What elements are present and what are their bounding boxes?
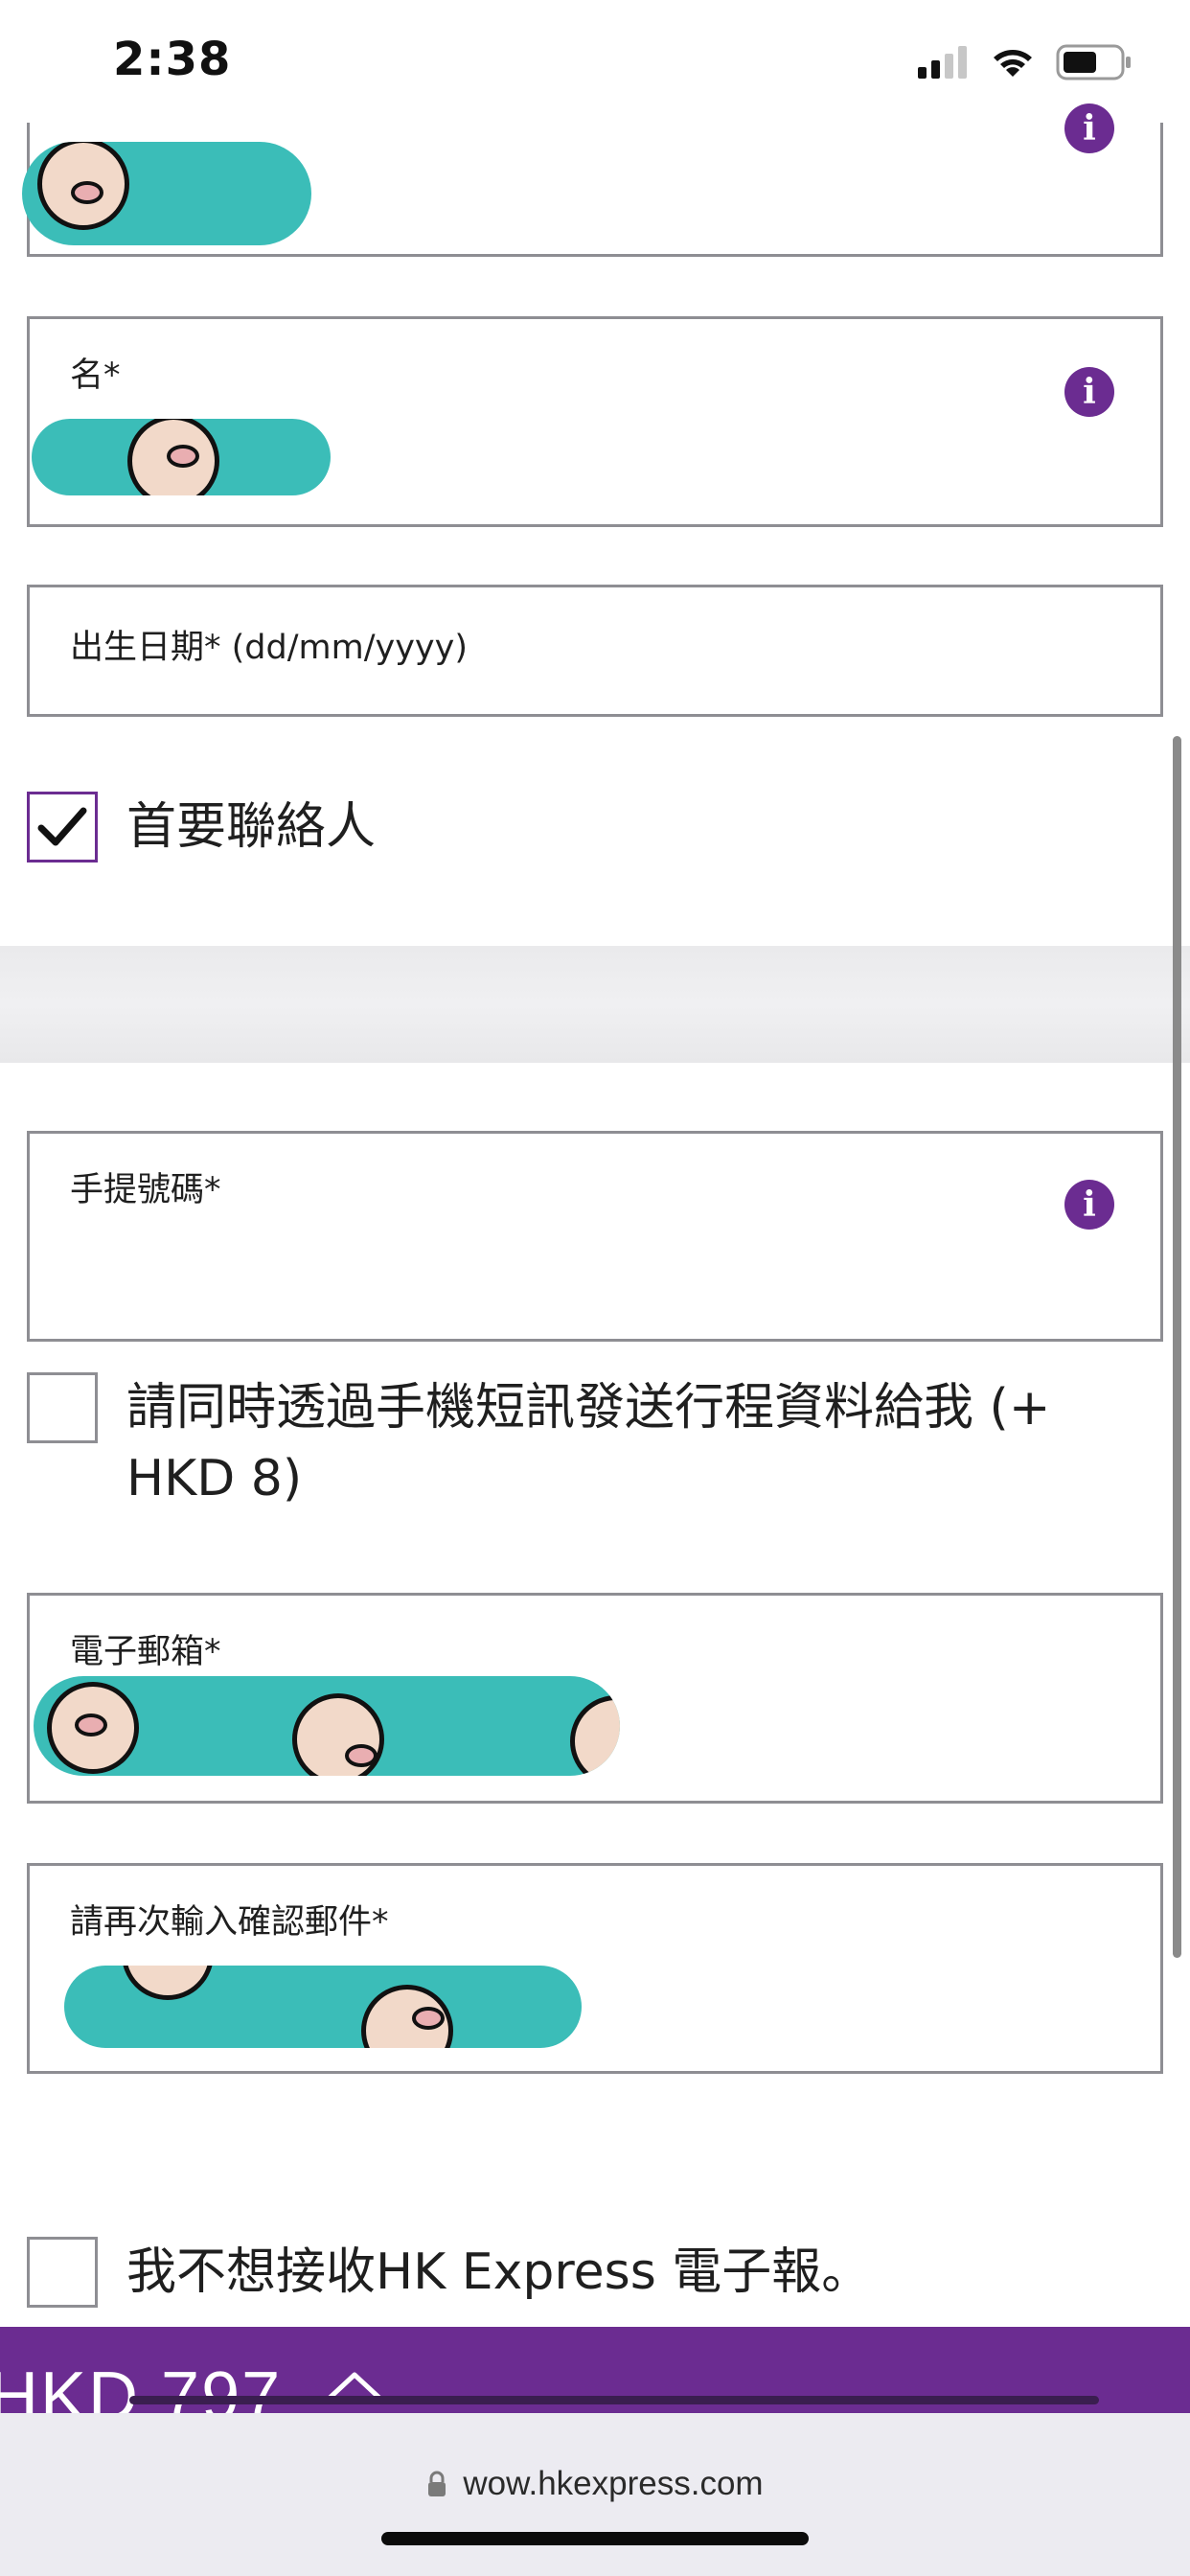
sms-option-label-line2: HKD 8) <box>126 1450 303 1507</box>
price-summary-bar[interactable]: HKD 797 <box>0 2327 1190 2413</box>
primary-contact-label: 首要聯絡人 <box>126 798 377 856</box>
price-bar-divider <box>129 2396 1099 2404</box>
redacted-value <box>34 1676 620 1776</box>
newsletter-optout-checkbox[interactable] <box>27 2237 98 2308</box>
checkmark-icon <box>37 807 87 846</box>
info-icon[interactable]: i <box>1064 1180 1114 1230</box>
status-icons <box>918 44 1133 80</box>
redacted-value <box>22 142 311 245</box>
page-scrollbar[interactable] <box>1173 736 1181 1958</box>
battery-icon <box>1056 44 1131 80</box>
mobile-field[interactable]: 手提號碼* i <box>27 1131 1163 1342</box>
newsletter-optout-label: 我不想接收HK Express 電子報。 <box>126 2243 872 2301</box>
info-icon[interactable]: i <box>1064 104 1114 153</box>
birth-date-field[interactable]: 出生日期* (dd/mm/yyyy) <box>27 585 1163 717</box>
primary-contact-checkbox[interactable] <box>27 792 98 862</box>
redacted-value <box>32 419 331 495</box>
sms-option-checkbox[interactable] <box>27 1372 98 1443</box>
given-name-field[interactable]: 名* i <box>27 316 1163 527</box>
email-confirm-field[interactable]: 請再次輸入確認郵件* <box>27 1863 1163 2074</box>
status-time: 2:38 <box>113 33 232 86</box>
email-label: 電子郵箱* <box>70 1633 221 1671</box>
sms-option-label-line1: 請同時透過手機短訊發送行程資料給我 (+ <box>126 1379 1051 1437</box>
email-field[interactable]: 電子郵箱* <box>27 1593 1163 1804</box>
price-total: HKD 797 <box>0 2358 283 2413</box>
surname-field[interactable]: i <box>22 104 1163 257</box>
lock-icon <box>428 2471 446 2496</box>
wifi-icon <box>994 50 1032 77</box>
redacted-value <box>64 1966 582 2048</box>
birth-date-label: 出生日期* (dd/mm/yyyy) <box>70 629 468 667</box>
browser-url-bar[interactable]: wow.hkexpress.com <box>0 2413 1190 2576</box>
cellular-signal-icon <box>918 46 967 79</box>
home-indicator <box>381 2532 809 2545</box>
info-icon[interactable]: i <box>1064 367 1114 417</box>
given-name-label: 名* <box>70 356 121 395</box>
email-confirm-label: 請再次輸入確認郵件* <box>70 1903 389 1942</box>
section-divider <box>0 946 1190 1063</box>
url-text[interactable]: wow.hkexpress.com <box>463 2465 763 2503</box>
mobile-label: 手提號碼* <box>70 1171 221 1209</box>
